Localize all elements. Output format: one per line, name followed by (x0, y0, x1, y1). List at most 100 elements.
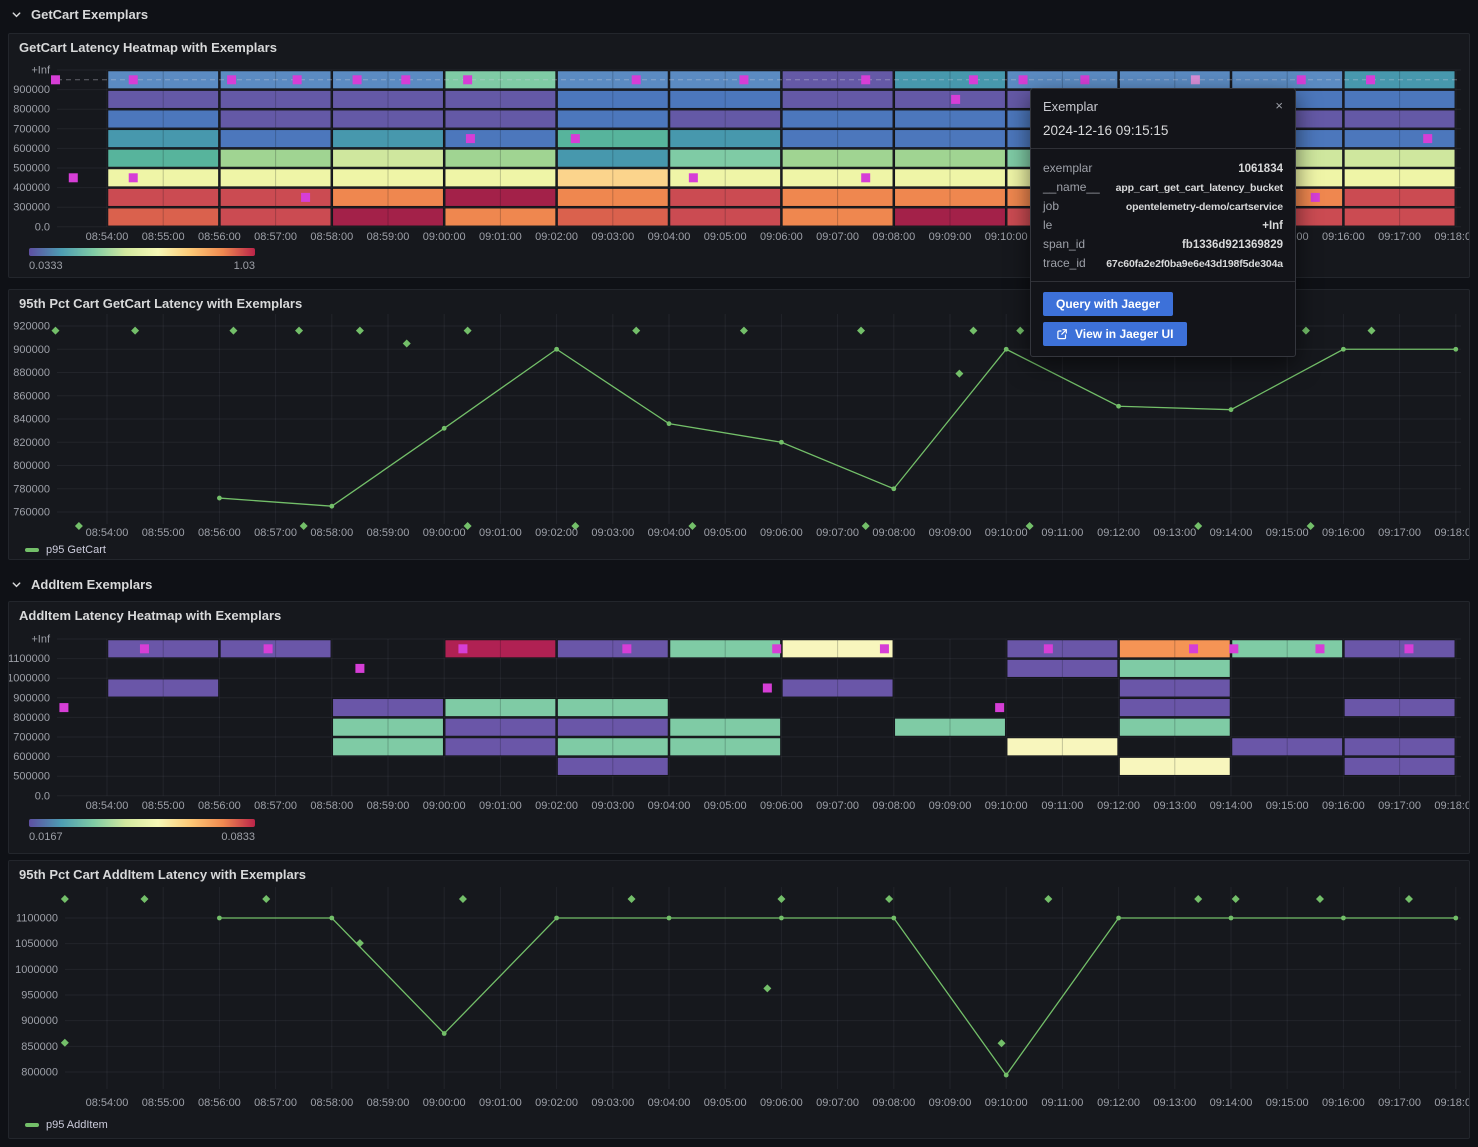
exemplar-diamond[interactable] (955, 370, 963, 378)
panel-title[interactable]: AddItem Latency Heatmap with Exemplars (19, 608, 281, 623)
exemplar-diamond[interactable] (969, 327, 977, 335)
exemplar-diamond[interactable] (61, 1039, 69, 1047)
data-point[interactable] (1116, 916, 1121, 921)
data-point[interactable] (1453, 347, 1458, 352)
chevron-down-icon[interactable] (10, 579, 22, 591)
exemplar-marker[interactable] (1229, 644, 1238, 653)
data-point[interactable] (1229, 407, 1234, 412)
panel-title[interactable]: 95th Pct Cart GetCart Latency with Exemp… (19, 296, 302, 311)
exemplar-marker[interactable] (772, 644, 781, 653)
exemplar-diamond[interactable] (61, 895, 69, 903)
close-icon[interactable]: × (1275, 99, 1283, 112)
data-point[interactable] (1004, 1073, 1009, 1078)
exemplar-diamond[interactable] (403, 339, 411, 347)
exemplar-marker[interactable] (951, 95, 960, 104)
exemplar-marker[interactable] (1189, 644, 1198, 653)
panel-title[interactable]: GetCart Latency Heatmap with Exemplars (19, 40, 277, 55)
exemplar-marker[interactable] (1019, 75, 1028, 84)
exemplar-marker[interactable] (69, 173, 78, 182)
exemplar-diamond[interactable] (740, 327, 748, 335)
exemplar-marker[interactable] (227, 75, 236, 84)
exemplar-diamond[interactable] (862, 522, 870, 530)
exemplar-diamond[interactable] (885, 895, 893, 903)
exemplar-diamond[interactable] (628, 895, 636, 903)
row-header-getcart[interactable]: GetCart Exemplars (10, 7, 148, 22)
exemplar-diamond[interactable] (459, 895, 467, 903)
data-point[interactable] (329, 916, 334, 921)
exemplar-marker[interactable] (1191, 75, 1200, 84)
query-with-jaeger-button[interactable]: Query with Jaeger (1043, 292, 1173, 316)
exemplar-diamond[interactable] (1316, 895, 1324, 903)
data-point[interactable] (1004, 347, 1009, 352)
data-point[interactable] (442, 1031, 447, 1036)
exemplar-marker[interactable] (401, 75, 410, 84)
exemplar-diamond[interactable] (75, 522, 83, 530)
exemplar-diamond[interactable] (777, 895, 785, 903)
exemplar-diamond[interactable] (632, 327, 640, 335)
exemplar-marker[interactable] (129, 75, 138, 84)
exemplar-marker[interactable] (140, 644, 149, 653)
exemplar-marker[interactable] (632, 75, 641, 84)
exemplar-marker[interactable] (59, 703, 68, 712)
exemplar-marker[interactable] (571, 134, 580, 143)
exemplar-marker[interactable] (739, 75, 748, 84)
exemplar-marker[interactable] (861, 75, 870, 84)
data-point[interactable] (891, 916, 896, 921)
exemplar-marker[interactable] (264, 644, 273, 653)
exemplar-diamond[interactable] (262, 895, 270, 903)
data-point[interactable] (667, 916, 672, 921)
exemplar-marker[interactable] (880, 644, 889, 653)
exemplar-diamond[interactable] (857, 327, 865, 335)
legend-item-p95-additem[interactable]: p95 AddItem (25, 1119, 108, 1131)
exemplar-marker[interactable] (466, 134, 475, 143)
exemplar-marker[interactable] (1404, 644, 1413, 653)
data-point[interactable] (329, 504, 334, 509)
panel-title[interactable]: 95th Pct Cart AddItem Latency with Exemp… (19, 867, 306, 882)
data-point[interactable] (217, 916, 222, 921)
data-point[interactable] (554, 916, 559, 921)
exemplar-diamond[interactable] (300, 522, 308, 530)
data-point[interactable] (667, 421, 672, 426)
exemplar-marker[interactable] (622, 644, 631, 653)
exemplar-marker[interactable] (355, 664, 364, 673)
exemplar-marker[interactable] (1080, 75, 1089, 84)
exemplar-marker[interactable] (293, 75, 302, 84)
exemplar-marker[interactable] (353, 75, 362, 84)
data-point[interactable] (217, 496, 222, 501)
exemplar-marker[interactable] (1311, 193, 1320, 202)
exemplar-diamond[interactable] (1016, 327, 1024, 335)
exemplar-marker[interactable] (1366, 75, 1375, 84)
exemplar-diamond[interactable] (1405, 895, 1413, 903)
data-point[interactable] (1341, 916, 1346, 921)
data-point[interactable] (779, 440, 784, 445)
exemplar-diamond[interactable] (131, 327, 139, 335)
exemplar-diamond[interactable] (229, 327, 237, 335)
data-point[interactable] (1229, 916, 1234, 921)
exemplar-marker[interactable] (1315, 644, 1324, 653)
exemplar-marker[interactable] (763, 684, 772, 693)
exemplar-marker[interactable] (458, 644, 467, 653)
data-point[interactable] (1453, 916, 1458, 921)
exemplar-marker[interactable] (1044, 644, 1053, 653)
exemplar-diamond[interactable] (356, 939, 364, 947)
exemplar-marker[interactable] (1423, 134, 1432, 143)
exemplar-marker[interactable] (995, 703, 1004, 712)
exemplar-diamond[interactable] (1194, 895, 1202, 903)
exemplar-marker[interactable] (129, 173, 138, 182)
view-in-jaeger-ui-button[interactable]: View in Jaeger UI (1043, 322, 1187, 346)
exemplar-diamond[interactable] (295, 327, 303, 335)
chevron-down-icon[interactable] (10, 9, 22, 21)
exemplar-diamond[interactable] (1232, 895, 1240, 903)
exemplar-marker[interactable] (1297, 75, 1306, 84)
exemplar-marker[interactable] (861, 173, 870, 182)
exemplar-diamond[interactable] (51, 327, 59, 335)
data-point[interactable] (442, 426, 447, 431)
exemplar-diamond[interactable] (763, 984, 771, 992)
exemplar-diamond[interactable] (1368, 327, 1376, 335)
exemplar-diamond[interactable] (1044, 895, 1052, 903)
exemplar-diamond[interactable] (356, 327, 364, 335)
exemplar-marker[interactable] (301, 193, 310, 202)
exemplar-diamond[interactable] (464, 327, 472, 335)
exemplar-diamond[interactable] (140, 895, 148, 903)
data-point[interactable] (1341, 347, 1346, 352)
